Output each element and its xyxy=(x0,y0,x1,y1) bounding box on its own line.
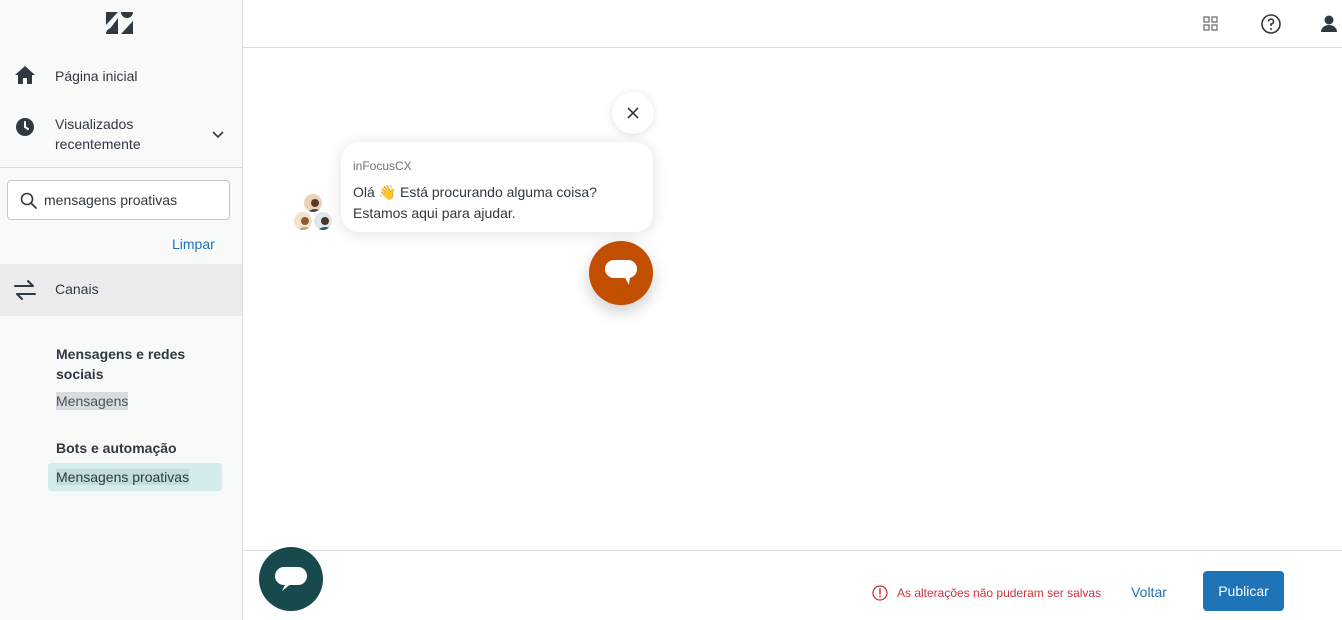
proactive-message-bubble[interactable]: inFocusCX Olá 👋 Está procurando alguma c… xyxy=(341,142,653,232)
close-icon xyxy=(627,107,639,119)
subnav-group-messaging: Mensagens e redes sociais xyxy=(56,346,186,382)
subnav-item-proactive-messages[interactable]: Mensagens proativas xyxy=(48,463,222,491)
sidebar-divider xyxy=(0,167,242,168)
proactive-message-text: Olá 👋 Está procurando alguma coisa? Esta… xyxy=(353,182,643,224)
subnav-item-label: Mensagens proativas xyxy=(56,469,190,485)
chevron-down-icon[interactable] xyxy=(211,127,225,139)
user-icon[interactable] xyxy=(1317,12,1341,36)
close-proactive-message-button[interactable] xyxy=(612,92,654,134)
error-icon xyxy=(872,585,888,601)
company-name: inFocusCX xyxy=(353,159,412,173)
publish-button[interactable]: Publicar xyxy=(1203,571,1284,611)
sidebar-search xyxy=(7,180,230,220)
support-chat-launcher-button[interactable] xyxy=(259,547,323,611)
top-header xyxy=(243,0,1342,48)
subnav-item-messages[interactable]: Mensagens xyxy=(56,392,129,410)
message-line-1: Olá 👋 Está procurando alguma coisa? xyxy=(353,184,597,200)
nav-home[interactable]: Página inicial xyxy=(0,62,242,92)
agent-avatars xyxy=(292,192,336,236)
arrows-swap-icon xyxy=(13,278,37,302)
apps-grid-icon[interactable] xyxy=(1199,12,1223,36)
nav-channels-label: Canais xyxy=(55,281,99,297)
home-icon xyxy=(14,64,36,86)
nav-recent-label: Visualizados recentemente xyxy=(55,116,141,152)
nav-home-label: Página inicial xyxy=(55,68,138,84)
back-button[interactable]: Voltar xyxy=(1118,576,1180,608)
chat-bubble-icon xyxy=(275,567,307,591)
search-icon xyxy=(20,192,38,210)
nav-recently-viewed[interactable]: Visualizados recentemente xyxy=(0,112,242,162)
chat-bubble-icon xyxy=(605,260,637,285)
message-line-2: Estamos aqui para ajudar. xyxy=(353,205,516,221)
avatar xyxy=(292,210,314,232)
search-input[interactable] xyxy=(44,190,224,210)
avatar xyxy=(312,210,334,232)
zendesk-logo-icon[interactable] xyxy=(106,12,133,34)
help-icon[interactable] xyxy=(1259,12,1283,36)
widget-launcher-button[interactable] xyxy=(589,241,653,305)
error-text: As alterações não puderam ser salvas xyxy=(897,586,1102,600)
subnav-group-bots: Bots e automação xyxy=(56,440,177,456)
save-error-message: As alterações não puderam ser salvas xyxy=(872,585,1101,601)
clear-search-link[interactable]: Limpar xyxy=(172,236,215,252)
nav-channels[interactable]: Canais xyxy=(0,264,242,316)
subnav-item-label: Mensagens xyxy=(56,392,129,410)
sidebar: Página inicial Visualizados recentemente… xyxy=(0,0,243,620)
clock-icon xyxy=(14,116,36,138)
